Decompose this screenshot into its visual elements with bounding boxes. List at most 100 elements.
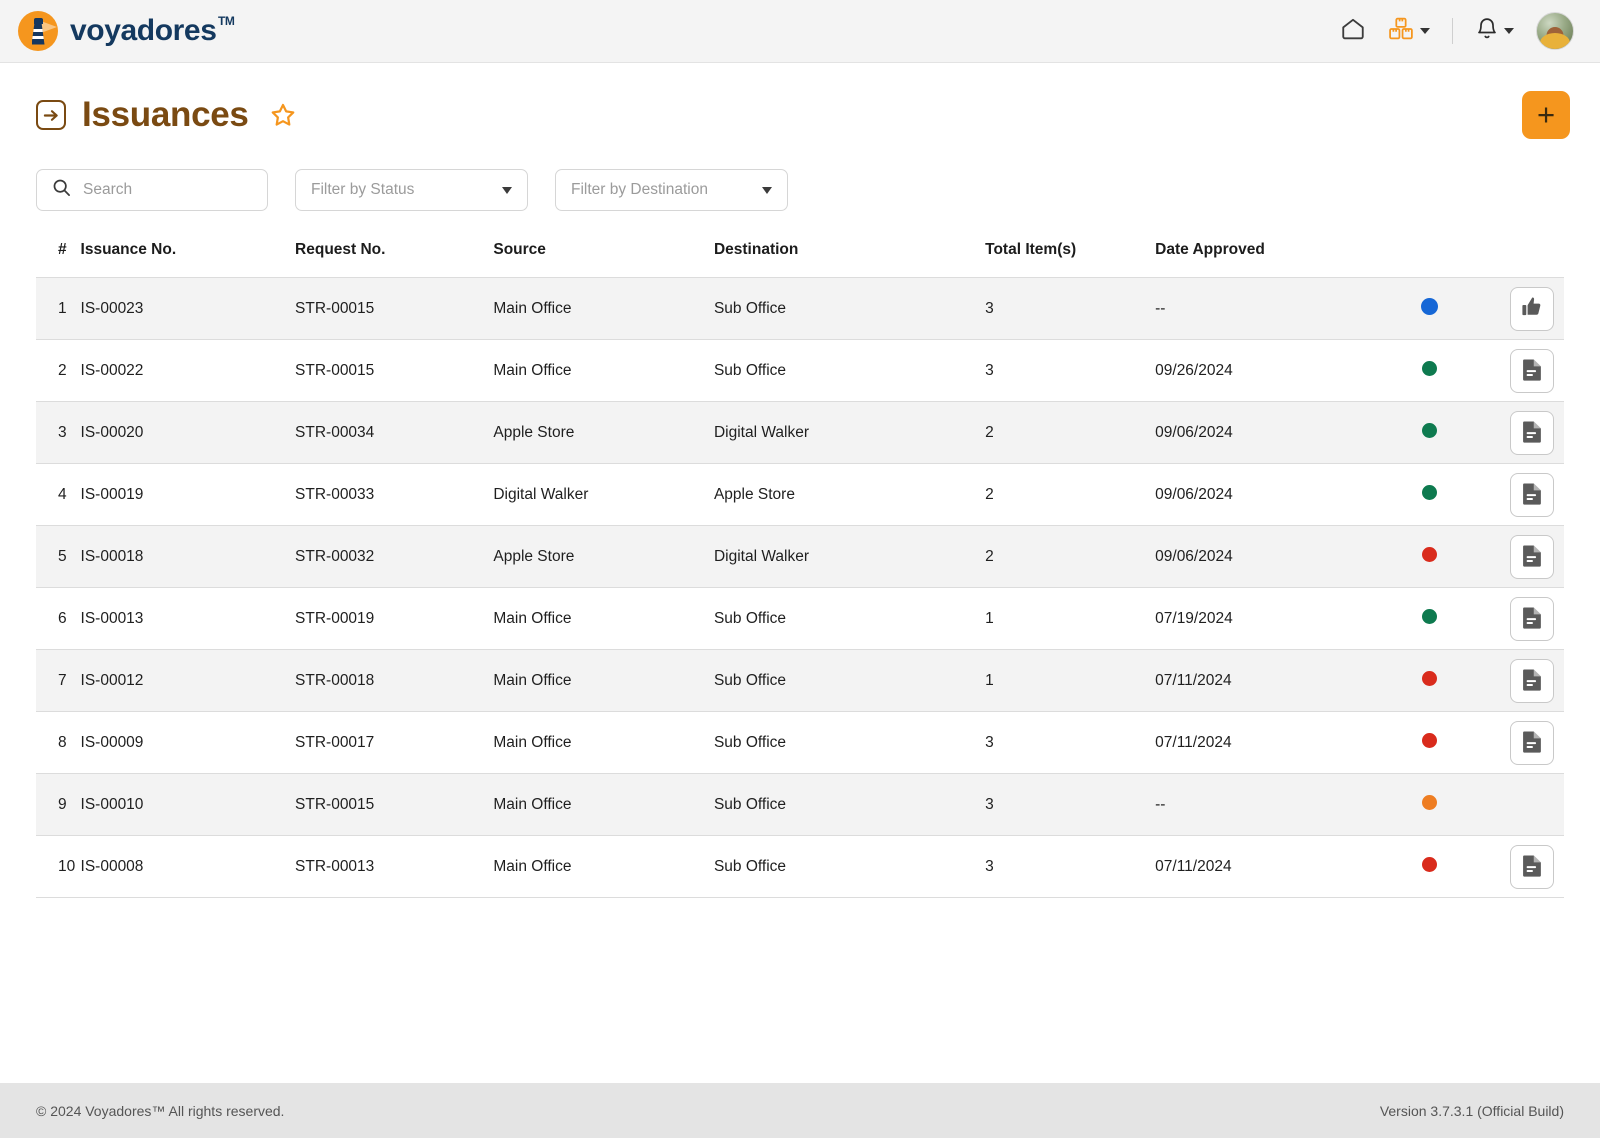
cell-date-approved: 07/11/2024 bbox=[1155, 671, 1232, 689]
plus-icon: + bbox=[1536, 97, 1556, 132]
header-divider bbox=[1452, 18, 1453, 44]
cell-total-items: 1 bbox=[985, 609, 994, 627]
cell-date-approved: -- bbox=[1155, 299, 1166, 317]
destination-filter-select[interactable]: Filter by Destination bbox=[555, 169, 788, 211]
search-input[interactable] bbox=[83, 181, 252, 199]
star-outline-icon[interactable] bbox=[269, 101, 297, 129]
cell-destination: Sub Office bbox=[713, 671, 787, 689]
cell-date-approved: 07/11/2024 bbox=[1155, 857, 1232, 875]
table-row[interactable]: 9 IS-00010 STR-00015 Main Office Sub Office 3… bbox=[36, 773, 1564, 836]
table-row[interactable]: 10 IS-00008 STR-00013 Main Office Sub Office… bbox=[36, 835, 1564, 898]
column-header-issuance-no: Issuance No. bbox=[80, 241, 177, 258]
notifications-button[interactable] bbox=[1475, 16, 1514, 46]
search-icon bbox=[52, 178, 71, 202]
boxes-icon bbox=[1388, 16, 1415, 47]
page-footer: © 2024 Voyadores™ All rights reserved. V… bbox=[0, 1083, 1600, 1138]
search-field-wrapper[interactable] bbox=[36, 169, 268, 211]
column-header-source: Source bbox=[493, 241, 546, 258]
table-header-row: # Issuance No. Request No. Source Destin… bbox=[36, 241, 1564, 278]
cell-issuance-no: IS-00020 bbox=[80, 423, 144, 441]
home-button[interactable] bbox=[1340, 16, 1366, 47]
column-header-status bbox=[1388, 241, 1471, 278]
status-green-indicator bbox=[1421, 360, 1437, 376]
chevron-down-icon bbox=[1420, 28, 1430, 34]
column-header-index: # bbox=[58, 241, 67, 258]
cell-request-no: STR-00019 bbox=[295, 609, 375, 627]
header-actions bbox=[1340, 12, 1574, 50]
cell-source: Apple Store bbox=[493, 547, 575, 565]
status-orange-indicator bbox=[1421, 794, 1437, 810]
cell-actions bbox=[1471, 402, 1564, 464]
trademark-mark: TM bbox=[217, 14, 235, 28]
view-document-button[interactable] bbox=[1510, 534, 1554, 579]
cell-total-items: 2 bbox=[985, 423, 994, 441]
chevron-down-icon bbox=[502, 186, 512, 194]
status-green-indicator bbox=[1421, 484, 1437, 500]
thumbs-up-icon bbox=[1521, 296, 1543, 321]
table-row[interactable]: 7 IS-00012 STR-00018 Main Office Sub Office 1… bbox=[36, 649, 1564, 712]
cell-index: 10 bbox=[58, 857, 76, 875]
cell-destination: Sub Office bbox=[713, 609, 787, 627]
cell-index: 8 bbox=[58, 733, 67, 751]
approve-button[interactable] bbox=[1510, 286, 1554, 331]
view-document-button[interactable] bbox=[1510, 472, 1554, 517]
cell-issuance-no: IS-00009 bbox=[80, 733, 144, 751]
brand-logo[interactable]: voyadores TM bbox=[18, 11, 235, 51]
table-row[interactable]: 3 IS-00020 STR-00034 Apple Store Digital Wal… bbox=[36, 401, 1564, 464]
cell-source: Main Office bbox=[493, 795, 572, 813]
cell-request-no: STR-00015 bbox=[295, 361, 375, 379]
view-document-button[interactable] bbox=[1510, 844, 1554, 889]
document-icon bbox=[1522, 544, 1543, 570]
view-document-button[interactable] bbox=[1510, 348, 1554, 393]
cell-request-no: STR-00032 bbox=[295, 547, 375, 565]
cell-index: 3 bbox=[58, 423, 67, 441]
column-header-actions bbox=[1471, 241, 1564, 278]
lighthouse-logo-icon bbox=[18, 11, 58, 51]
cell-total-items: 3 bbox=[985, 361, 994, 379]
footer-version: Version 3.7.3.1 (Official Build) bbox=[1379, 1102, 1564, 1119]
table-row[interactable]: 6 IS-00013 STR-00019 Main Office Sub Office 1… bbox=[36, 587, 1564, 650]
footer-copyright: © 2024 Voyadores™ All rights reserved. bbox=[36, 1102, 285, 1119]
view-document-button[interactable] bbox=[1510, 410, 1554, 455]
cell-index: 9 bbox=[58, 795, 67, 813]
table-row[interactable]: 1 IS-00023 STR-00015 Main Office Sub Office 3… bbox=[36, 277, 1564, 340]
column-header-destination: Destination bbox=[713, 241, 799, 258]
table-row[interactable]: 5 IS-00018 STR-00032 Apple Store Digital Wal… bbox=[36, 525, 1564, 588]
cell-destination: Sub Office bbox=[713, 733, 787, 751]
cell-issuance-no: IS-00022 bbox=[80, 361, 144, 379]
cell-destination: Sub Office bbox=[713, 299, 787, 317]
cell-status bbox=[1388, 588, 1471, 650]
chevron-down-icon bbox=[1504, 28, 1514, 34]
cell-issuance-no: IS-00019 bbox=[80, 485, 144, 503]
status-filter-select[interactable]: Filter by Status bbox=[295, 169, 528, 211]
document-icon bbox=[1522, 730, 1543, 756]
column-header-request-no: Request No. bbox=[295, 241, 386, 258]
view-document-button[interactable] bbox=[1510, 658, 1554, 703]
cell-destination: Apple Store bbox=[713, 485, 795, 503]
user-avatar[interactable] bbox=[1536, 12, 1574, 50]
cell-index: 5 bbox=[58, 547, 67, 565]
view-document-button[interactable] bbox=[1510, 720, 1554, 765]
cell-actions bbox=[1471, 588, 1564, 650]
cell-date-approved: 09/06/2024 bbox=[1155, 423, 1233, 441]
chevron-down-icon bbox=[762, 186, 772, 194]
cell-request-no: STR-00015 bbox=[295, 795, 375, 813]
view-document-button[interactable] bbox=[1510, 596, 1554, 641]
cell-source: Main Office bbox=[493, 361, 572, 379]
arrow-right-in-box-icon bbox=[36, 100, 66, 130]
column-header-total-items: Total Item(s) bbox=[985, 241, 1077, 258]
add-issuance-button[interactable]: + bbox=[1522, 91, 1570, 139]
inventory-menu-button[interactable] bbox=[1388, 16, 1430, 47]
table-body: 1 IS-00023 STR-00015 Main Office Sub Office 3… bbox=[36, 277, 1564, 898]
table-row[interactable]: 2 IS-00022 STR-00015 Main Office Sub Office 3… bbox=[36, 339, 1564, 402]
cell-total-items: 3 bbox=[985, 857, 994, 875]
table-row[interactable]: 8 IS-00009 STR-00017 Main Office Sub Office 3… bbox=[36, 711, 1564, 774]
cell-source: Main Office bbox=[493, 299, 572, 317]
cell-total-items: 2 bbox=[985, 547, 994, 565]
cell-actions bbox=[1471, 650, 1564, 712]
table-row[interactable]: 4 IS-00019 STR-00033 Digital Walker Apple St… bbox=[36, 463, 1564, 526]
status-green-indicator bbox=[1421, 608, 1437, 624]
table-head: # Issuance No. Request No. Source Destin… bbox=[36, 241, 1564, 278]
column-header-date-approved: Date Approved bbox=[1155, 241, 1265, 258]
cell-status bbox=[1388, 774, 1471, 836]
